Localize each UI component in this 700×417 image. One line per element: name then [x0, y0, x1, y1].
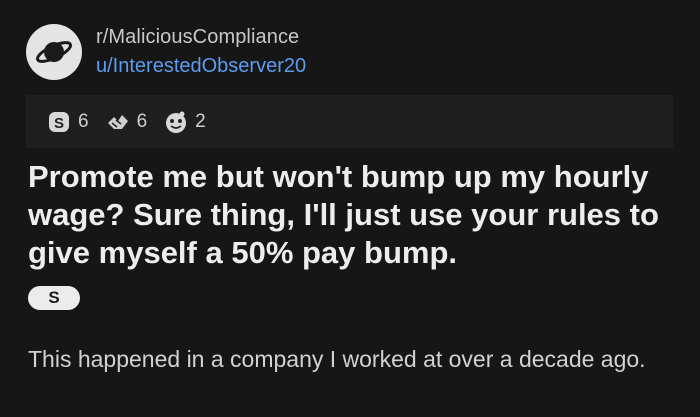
award-count: 2 [195, 110, 206, 132]
app-corner-icon [630, 0, 664, 4]
award-count: 6 [78, 110, 89, 132]
silver-award-icon: S [46, 109, 72, 135]
award-helpful[interactable]: 2 [163, 109, 206, 135]
award-wholesome[interactable]: 6 [105, 109, 148, 135]
post-title[interactable]: Promote me but won't bump up my hourly w… [28, 158, 678, 272]
post-flair[interactable]: S [28, 286, 80, 310]
author-link[interactable]: u/InterestedObserver20 [96, 55, 306, 78]
subreddit-link[interactable]: r/MaliciousCompliance [96, 26, 306, 49]
subreddit-avatar[interactable] [26, 24, 82, 80]
awards-bar[interactable]: S 6 6 2 [26, 95, 673, 148]
svg-text:S: S [54, 115, 64, 132]
planet-icon [35, 41, 73, 63]
post-header: r/MaliciousCompliance u/InterestedObserv… [26, 24, 306, 80]
award-count: 6 [136, 110, 148, 132]
wholesome-award-icon [105, 109, 131, 135]
post-body: This happened in a company I worked at o… [28, 346, 646, 372]
helpful-award-icon [163, 109, 189, 135]
award-silver[interactable]: S 6 [46, 109, 89, 135]
